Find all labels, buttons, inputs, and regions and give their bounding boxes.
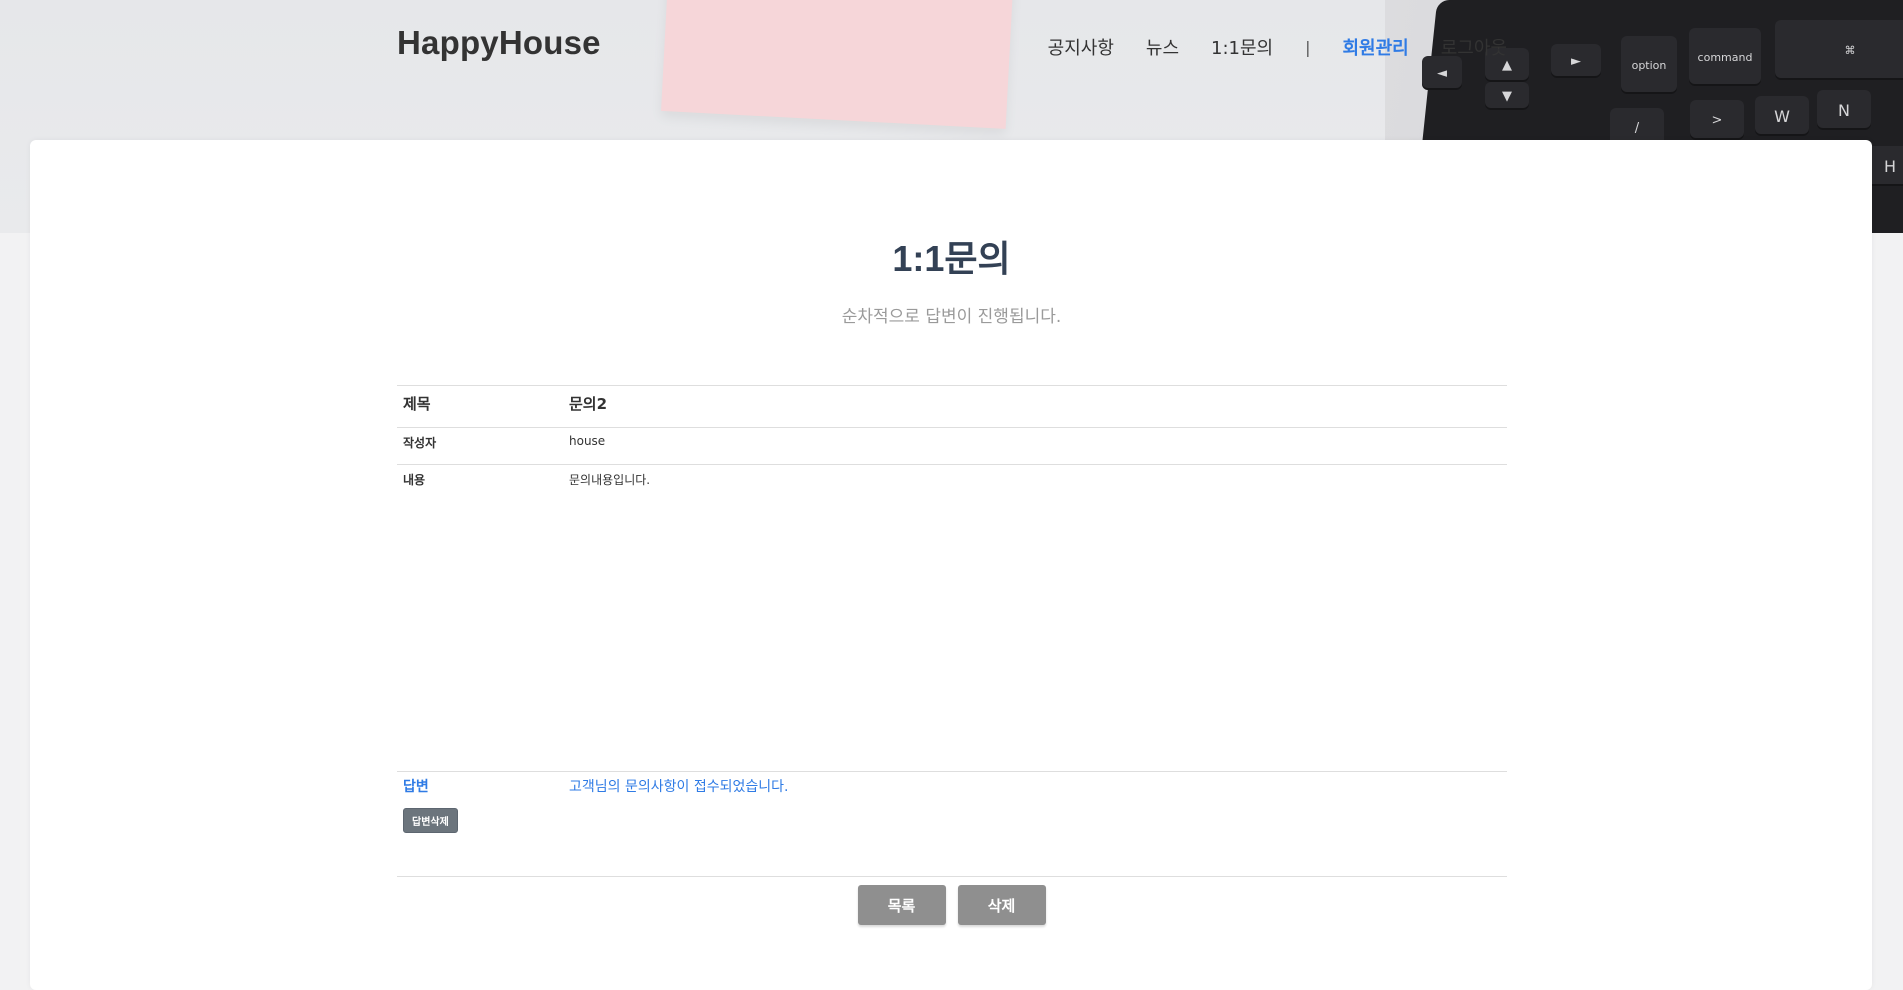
page-title: 1:1문의 [892,238,1011,279]
delete-button[interactable]: 삭제 [957,885,1046,925]
keyboard-key: ► [1551,44,1601,78]
keyboard-key: option [1621,36,1677,94]
answer-label: 답변 [403,779,429,795]
list-button[interactable]: 목록 [857,885,946,925]
nav-item-notice[interactable]: 공지사항 [1048,34,1114,60]
detail-row-author: 작성자 house [397,427,1507,465]
title-label: 제목 [397,385,563,428]
detail-row-title: 제목 문의2 [397,385,1507,428]
nav-item-qna[interactable]: 1:1문의 [1211,34,1273,60]
content-value: 문의내용입니다. [563,464,1507,772]
page-subtitle: 순차적으로 답변이 진행됩니다. [841,307,1062,327]
nav-item-news[interactable]: 뉴스 [1146,34,1179,60]
content-label: 내용 [397,464,563,772]
inquiry-detail-table: 제목 문의2 작성자 house 내용 문의내용입니다. 답변 답변삭제 고객님… [397,385,1507,877]
detail-row-answer: 답변 답변삭제 고객님의 문의사항이 접수되었습니다. [397,771,1507,877]
top-navigation-bar: HappyHouse 공지사항 뉴스 1:1문의 | 회원관리 로그아웃 [397,20,1507,70]
action-buttons: 목록 삭제 [0,885,1903,925]
keyboard-key: ▼ [1485,82,1529,110]
keyboard-key: W [1755,96,1809,136]
nav-item-logout[interactable]: 로그아웃 [1441,34,1507,60]
keyboard-key: ⌘ [1775,20,1903,80]
author-label: 작성자 [397,427,563,465]
keyboard-key: command [1689,28,1761,86]
brand-logo[interactable]: HappyHouse [397,24,601,62]
nav-divider: | [1305,37,1311,57]
nav-item-member-management[interactable]: 회원관리 [1343,34,1409,60]
title-value: 문의2 [563,385,1507,428]
answer-value: 고객님의 문의사항이 접수되었습니다. [563,771,1507,877]
keyboard-key: > [1690,100,1744,140]
keyboard-key: N [1817,90,1871,130]
answer-cell: 답변 답변삭제 [397,771,563,877]
delete-answer-button[interactable]: 답변삭제 [403,808,458,833]
author-value: house [563,427,1507,465]
detail-row-content: 내용 문의내용입니다. [397,464,1507,772]
main-nav: 공지사항 뉴스 1:1문의 | 회원관리 로그아웃 [1016,34,1507,60]
